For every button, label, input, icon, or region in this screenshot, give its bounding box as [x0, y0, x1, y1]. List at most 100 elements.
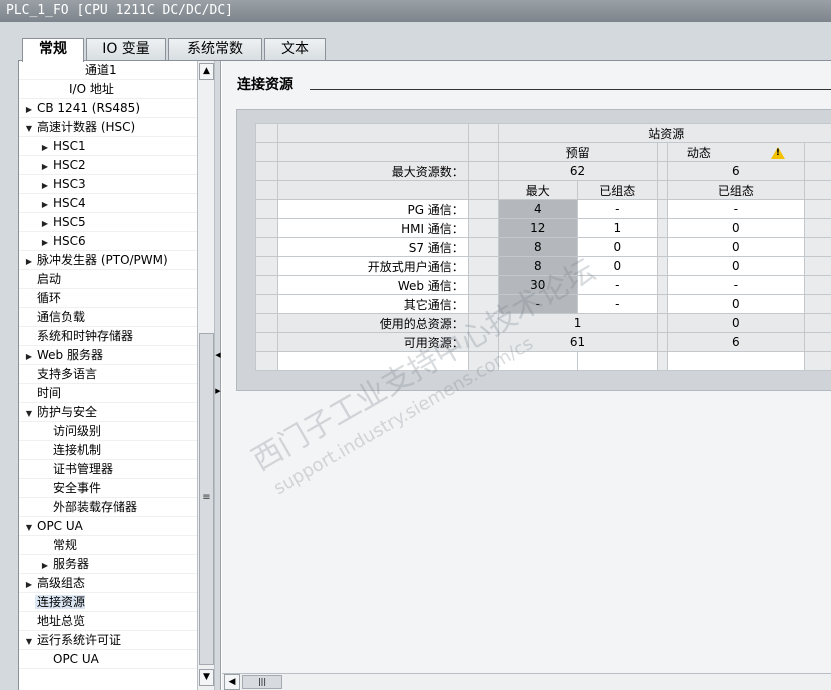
tree-item[interactable]: ▶ Web 服务器 — [19, 346, 197, 365]
expand-arrow-icon[interactable]: ▶ — [23, 575, 35, 594]
tree-item[interactable]: ▶ 脉冲发生器 (PTO/PWM) — [19, 251, 197, 270]
tree-item-label: 支持多语言 — [37, 367, 98, 381]
tree-item-label: 高速计数器 (HSC) — [37, 120, 136, 134]
expand-arrow-icon[interactable]: ▶ — [39, 138, 51, 157]
tree-item[interactable]: ▶ HSC5 — [19, 213, 197, 232]
tree-scroll-thumb[interactable]: ≡ — [199, 333, 214, 665]
tree-item[interactable]: 安全事件 — [19, 479, 197, 498]
collapse-arrow-icon[interactable]: ▼ — [23, 518, 35, 537]
tree-item-label: 启动 — [37, 272, 62, 286]
tree-item[interactable]: ▶ 高级组态 — [19, 574, 197, 593]
tree-item[interactable]: ▼ OPC UA — [19, 517, 197, 536]
tree-item[interactable]: 连接机制 — [19, 441, 197, 460]
collapse-arrow-icon[interactable]: ▼ — [23, 632, 35, 651]
tree-item-label: HSC1 — [53, 139, 86, 153]
table-cell — [255, 199, 278, 219]
content-horizontal-scrollbar[interactable]: ◀ ||| — [222, 673, 831, 690]
row-label: 最大资源数： — [276, 161, 469, 181]
tree-item[interactable]: 访问级别 — [19, 422, 197, 441]
tree-item[interactable]: ▶ HSC6 — [19, 232, 197, 251]
table-cell — [467, 218, 499, 238]
expand-arrow-icon[interactable]: ▶ — [23, 252, 35, 271]
tree-item[interactable]: 启动 — [19, 270, 197, 289]
cell-dynamic: - — [666, 275, 806, 295]
tree-item[interactable]: 地址总览 — [19, 612, 197, 631]
chevron-down-icon[interactable]: ▼ — [199, 669, 214, 686]
tree-item[interactable]: 循环 — [19, 289, 197, 308]
tree-item[interactable]: ▼ 防护与安全 — [19, 403, 197, 422]
tree-item[interactable]: ▶ CB 1241 (RS485) — [19, 99, 197, 118]
tree-item-label: HSC5 — [53, 215, 86, 229]
tree-item-label: 常规 — [53, 538, 78, 552]
tree-item-label: HSC2 — [53, 158, 86, 172]
tab-general[interactable]: 常规 — [22, 38, 84, 62]
expand-arrow-icon[interactable]: ▶ — [39, 157, 51, 176]
table-cell — [467, 199, 499, 219]
tree-item[interactable]: 外部装载存储器 — [19, 498, 197, 517]
tree-item[interactable]: ▼ 高速计数器 (HSC) — [19, 118, 197, 137]
expand-arrow-icon[interactable]: ▶ — [39, 556, 51, 575]
cell-dynamic: 0 — [666, 294, 806, 314]
expand-arrow-icon[interactable]: ▶ — [39, 176, 51, 195]
table-row: S7 通信： 8 0 0 — [255, 237, 831, 257]
tree-item-label: 脉冲发生器 (PTO/PWM) — [37, 253, 168, 267]
cell-configured: - — [577, 294, 658, 314]
content-scroll-thumb[interactable]: ||| — [242, 675, 282, 689]
tree-item[interactable]: I/O 地址 — [19, 80, 197, 99]
tree-item[interactable]: 支持多语言 — [19, 365, 197, 384]
tree-item[interactable]: ▶ HSC3 — [19, 175, 197, 194]
tree-item[interactable]: ▶ HSC2 — [19, 156, 197, 175]
tree-item[interactable]: ▶ 服务器 — [19, 555, 197, 574]
tree-item-label: 通信负载 — [37, 310, 86, 324]
table-cell — [656, 199, 668, 219]
tree-item[interactable]: 连接资源 — [19, 593, 197, 612]
col-header-dynamic-configured: 已组态 — [666, 180, 806, 200]
table-cell — [656, 294, 668, 314]
tree-item[interactable]: 系统和时钟存储器 — [19, 327, 197, 346]
chevron-left-icon[interactable]: ◀ — [224, 674, 240, 690]
tree-item[interactable]: ▶ HSC4 — [19, 194, 197, 213]
tree-item[interactable]: ▼ 运行系统许可证 — [19, 631, 197, 650]
tab-system-constants[interactable]: 系统常数 — [168, 38, 262, 61]
tab-texts[interactable]: 文本 — [264, 38, 326, 61]
tree-item[interactable]: ▶ HSC1 — [19, 137, 197, 156]
chevron-up-icon[interactable]: ▲ — [199, 63, 214, 80]
tree-item[interactable]: 常规 — [19, 536, 197, 555]
expand-arrow-icon[interactable]: ▶ — [23, 100, 35, 119]
tree-item[interactable]: 通信负载 — [19, 308, 197, 327]
tree-item-label: 系统和时钟存储器 — [37, 329, 134, 343]
tree-item-label: 时间 — [37, 386, 62, 400]
tree-item-label: Web 服务器 — [37, 348, 103, 362]
collapse-arrow-icon[interactable]: ▼ — [23, 119, 35, 138]
tree-item-label: 地址总览 — [37, 614, 86, 628]
expand-right-icon[interactable]: ▶ — [215, 387, 221, 395]
tree-vertical-scrollbar[interactable]: ▲ ≡ ▼ — [197, 61, 215, 690]
header-dynamic: 动态 — [666, 142, 806, 162]
tree-item[interactable]: 通道1 — [19, 61, 197, 80]
expand-arrow-icon[interactable]: ▶ — [39, 214, 51, 233]
tree-item[interactable]: 时间 — [19, 384, 197, 403]
collapse-left-icon[interactable]: ◀ — [215, 351, 221, 359]
tree-item-label: 证书管理器 — [53, 462, 114, 476]
expand-arrow-icon[interactable]: ▶ — [39, 233, 51, 252]
cell-dynamic: 0 — [666, 256, 806, 276]
properties-panel: 通道1 I/O 地址 ▶ CB 1241 (RS485) ▼ 高速计数器 (HSC) ▶ HS… — [18, 61, 831, 690]
row-label: PG 通信： — [276, 199, 469, 219]
pane-splitter[interactable]: ◀ ▶ — [215, 61, 221, 690]
tree-item[interactable]: OPC UA — [19, 650, 197, 669]
table-cell — [656, 237, 668, 257]
table-cell — [804, 256, 831, 276]
table-cell — [656, 256, 668, 276]
table-cell — [656, 218, 668, 238]
tab-io-tags[interactable]: IO 变量 — [86, 38, 166, 61]
cell-value: 6 — [666, 161, 806, 181]
col-header-max: 最大 — [497, 180, 579, 200]
expand-arrow-icon[interactable]: ▶ — [23, 347, 35, 366]
expand-arrow-icon[interactable]: ▶ — [39, 195, 51, 214]
connection-resources-table: 站资源 预留 动态 最大资源数： 62 6 — [255, 123, 831, 371]
tree-item-label: HSC3 — [53, 177, 86, 191]
header-reserved: 预留 — [497, 142, 658, 162]
tree-item[interactable]: 证书管理器 — [19, 460, 197, 479]
tree-item-label: OPC UA — [53, 652, 99, 666]
collapse-arrow-icon[interactable]: ▼ — [23, 404, 35, 423]
